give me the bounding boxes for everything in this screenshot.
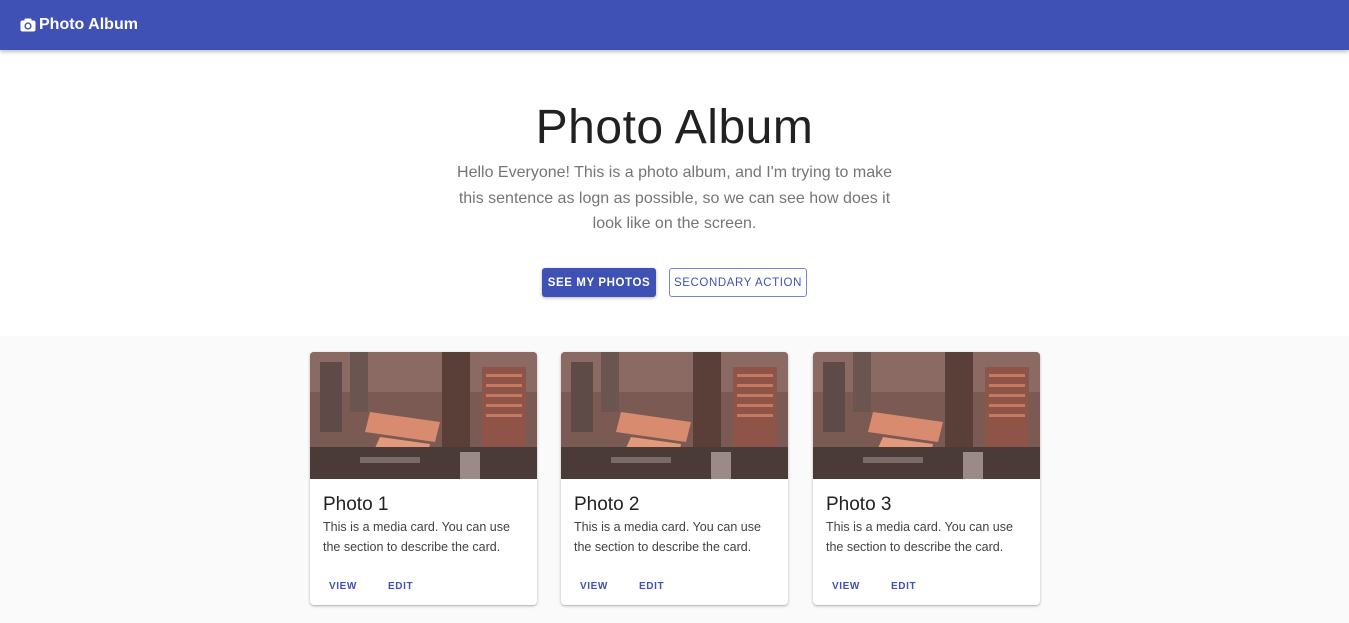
card-title: Photo 3 (826, 494, 892, 515)
hero-description: Hello Everyone! This is a photo album, a… (457, 164, 892, 232)
edit-button[interactable]: EDIT (382, 579, 419, 594)
see-my-photos-button[interactable]: SEE MY PHOTOS (542, 268, 656, 297)
view-button[interactable]: VIEW (826, 579, 866, 594)
edit-button[interactable]: EDIT (885, 579, 922, 594)
card-image (310, 352, 537, 479)
app-bar: Photo Album (0, 0, 1349, 50)
hero-section: Photo Album Hello Everyone! This is a ph… (0, 50, 1349, 336)
app-title: Photo Album (39, 16, 138, 33)
page-title: Photo Album (535, 101, 814, 154)
photo-card: Photo 2 This is a media card. You can us… (561, 352, 788, 605)
secondary-action-button[interactable]: SECONDARY ACTION (669, 268, 807, 297)
card-image (813, 352, 1040, 479)
view-button[interactable]: VIEW (323, 579, 363, 594)
card-description: This is a media card. You can use the se… (574, 520, 761, 554)
card-description: This is a media card. You can use the se… (826, 520, 1013, 554)
photo-card: Photo 3 This is a media card. You can us… (813, 352, 1040, 605)
card-grid: Photo 1 This is a media card. You can us… (0, 336, 1349, 623)
edit-button[interactable]: EDIT (633, 579, 670, 594)
card-title: Photo 2 (574, 494, 640, 515)
card-title: Photo 1 (323, 494, 389, 515)
card-image (561, 352, 788, 479)
view-button[interactable]: VIEW (574, 579, 614, 594)
camera-icon (20, 17, 36, 33)
photo-card: Photo 1 This is a media card. You can us… (310, 352, 537, 605)
card-description: This is a media card. You can use the se… (323, 520, 510, 554)
